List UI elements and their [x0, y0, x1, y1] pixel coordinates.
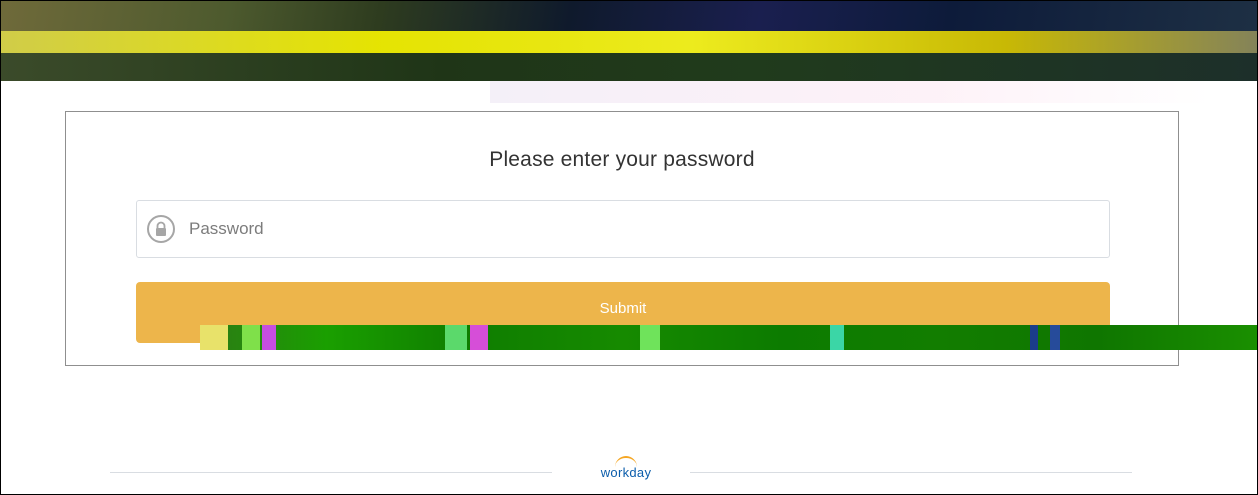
footer-divider-right	[690, 472, 1132, 473]
login-title: Please enter your password	[489, 148, 755, 171]
banner-glitch-strip	[490, 81, 1210, 103]
lock-icon	[147, 215, 175, 243]
banner-glitch-yellow	[1, 31, 1257, 53]
banner-foliage	[1, 53, 1257, 81]
footer-divider-left	[110, 472, 552, 473]
password-field[interactable]	[136, 200, 1110, 258]
workday-logo: workday	[591, 456, 661, 484]
render-glitch-bar	[200, 325, 1257, 350]
password-input[interactable]	[187, 218, 1071, 240]
header-banner-image	[1, 1, 1257, 81]
workday-wordmark: workday	[600, 465, 652, 480]
